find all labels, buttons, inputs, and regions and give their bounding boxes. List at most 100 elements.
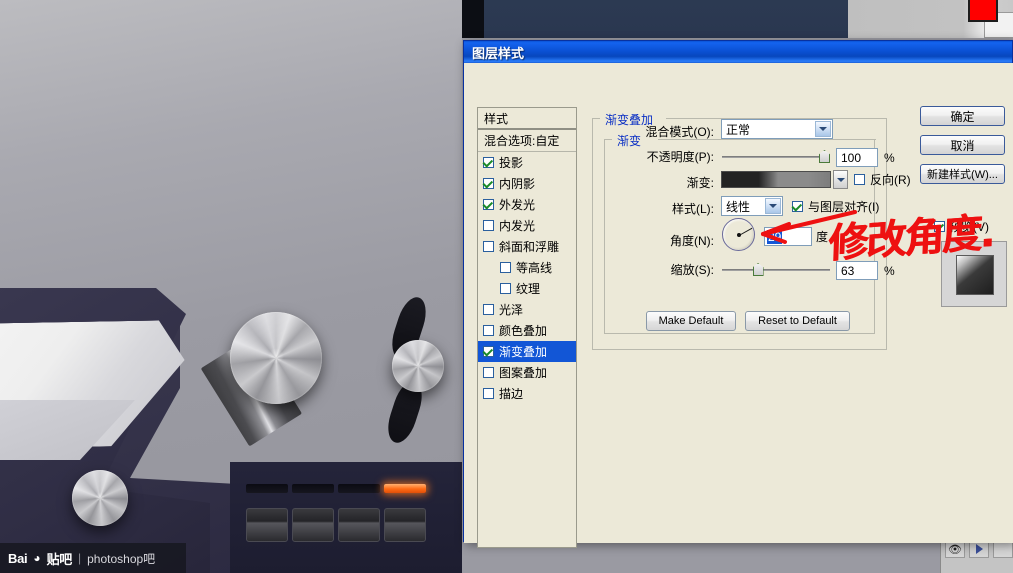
- style-item-checkbox[interactable]: [483, 304, 494, 315]
- style-item-2[interactable]: 外发光: [478, 194, 576, 215]
- watermark-forum: photoshop吧: [87, 551, 156, 566]
- style-item-label: 外发光: [499, 198, 536, 212]
- foreground-color-swatch[interactable]: [968, 0, 998, 22]
- align-with-layer-checkbox[interactable]: [792, 201, 803, 212]
- style-item-label: 纹理: [516, 282, 541, 296]
- artwork-slot-1: [246, 484, 288, 493]
- style-item-checkbox[interactable]: [500, 262, 511, 273]
- chevron-down-icon[interactable]: [765, 198, 781, 214]
- style-item-checkbox[interactable]: [483, 157, 494, 168]
- angle-input[interactable]: 29: [764, 227, 812, 246]
- style-item-label: 内发光: [499, 219, 536, 233]
- angle-dial-center: [736, 232, 741, 237]
- annotation-text: 修改角度.: [827, 209, 994, 268]
- style-label: 样式(L):: [671, 202, 714, 216]
- chevron-down-icon: [836, 177, 845, 182]
- watermark-brand: Bai: [8, 550, 28, 566]
- paw-icon: ◕: [33, 551, 41, 565]
- style-item-checkbox[interactable]: [483, 199, 494, 210]
- style-item-label: 颜色叠加: [499, 324, 548, 338]
- canvas-dark-strip: [462, 0, 848, 38]
- artwork-key-2: [292, 508, 334, 542]
- opacity-input[interactable]: 100: [836, 148, 878, 167]
- angle-dial[interactable]: [722, 218, 755, 251]
- watermark-brand-cn: 贴吧: [46, 551, 73, 567]
- style-item-3[interactable]: 内发光: [478, 215, 576, 236]
- gradient-picker-button[interactable]: [833, 170, 848, 189]
- artwork-key-4: [384, 508, 426, 542]
- style-item-checkbox[interactable]: [500, 283, 511, 294]
- style-item-11[interactable]: 描边: [478, 383, 576, 404]
- style-item-10[interactable]: 图案叠加: [478, 362, 576, 383]
- style-item-checkbox[interactable]: [483, 241, 494, 252]
- style-item-label: 斜面和浮雕: [499, 240, 560, 254]
- artwork-console: [230, 462, 462, 573]
- artwork-slot-3: [338, 484, 380, 493]
- style-item-checkbox[interactable]: [483, 178, 494, 189]
- scale-slider-track[interactable]: [722, 269, 830, 271]
- subgroup-border-left: [604, 139, 612, 140]
- style-item-label: 图案叠加: [499, 366, 548, 380]
- gradient-style-select[interactable]: 线性: [721, 196, 783, 216]
- baidu-watermark: Bai ◕ 贴吧 | photoshop吧: [0, 543, 186, 573]
- style-item-label: 等高线: [516, 261, 553, 275]
- blend-mode-value: 正常: [726, 122, 751, 137]
- style-item-label: 渐变叠加: [499, 345, 548, 359]
- artwork-knob-small: [72, 470, 128, 526]
- new-style-button[interactable]: 新建样式(W)...: [920, 164, 1005, 184]
- artwork-slot-2: [292, 484, 334, 493]
- blending-options-row[interactable]: 混合选项:自定: [478, 130, 576, 152]
- style-item-label: 光泽: [499, 303, 524, 317]
- group-border-left: [592, 118, 600, 119]
- style-item-checkbox[interactable]: [483, 367, 494, 378]
- cancel-button[interactable]: 取消: [920, 135, 1005, 155]
- opacity-unit: %: [884, 150, 895, 165]
- reset-to-default-button[interactable]: Reset to Default: [745, 311, 850, 331]
- styles-list: 投影内阴影外发光内发光斜面和浮雕等高线纹理光泽颜色叠加渐变叠加图案叠加描边: [478, 152, 576, 404]
- style-item-1[interactable]: 内阴影: [478, 173, 576, 194]
- make-default-button[interactable]: Make Default: [646, 311, 736, 331]
- style-item-label: 内阴影: [499, 177, 536, 191]
- style-item-7[interactable]: 光泽: [478, 299, 576, 320]
- style-item-5[interactable]: 等高线: [478, 257, 576, 278]
- style-item-checkbox[interactable]: [483, 220, 494, 231]
- dialog-title: 图层样式: [472, 45, 525, 61]
- style-item-4[interactable]: 斜面和浮雕: [478, 236, 576, 257]
- style-item-0[interactable]: 投影: [478, 152, 576, 173]
- artwork-key-1: [246, 508, 288, 542]
- dialog-titlebar[interactable]: 图层样式: [464, 41, 1012, 63]
- angle-label: 角度(N):: [670, 234, 714, 248]
- canvas-dark-edge: [462, 0, 484, 38]
- opacity-value: 100: [841, 150, 862, 165]
- watermark-separator: |: [78, 551, 82, 565]
- style-item-9[interactable]: 渐变叠加: [478, 341, 576, 362]
- gradient-preview-bar[interactable]: [721, 171, 831, 188]
- style-item-8[interactable]: 颜色叠加: [478, 320, 576, 341]
- artwork-led-indicator: [384, 484, 426, 493]
- style-item-label: 投影: [499, 156, 524, 170]
- style-item-checkbox[interactable]: [483, 346, 494, 357]
- opacity-label: 不透明度(P):: [646, 150, 714, 164]
- gradient-label: 渐变:: [686, 176, 714, 190]
- reverse-checkbox-row[interactable]: 反向(R): [854, 171, 911, 188]
- blend-mode-label: 混合模式(O):: [645, 125, 714, 139]
- blend-mode-select[interactable]: 正常: [721, 119, 833, 139]
- angle-unit: 度: [816, 230, 829, 244]
- angle-value: 29: [767, 229, 783, 244]
- reverse-checkbox[interactable]: [854, 174, 865, 185]
- chevron-down-icon[interactable]: [815, 121, 831, 137]
- scale-label: 缩放(S):: [670, 263, 714, 277]
- style-item-checkbox[interactable]: [483, 388, 494, 399]
- artwork-knob-large: [230, 312, 322, 404]
- artwork-propeller-hub: [392, 340, 444, 392]
- ok-button[interactable]: 确定: [920, 106, 1005, 126]
- reverse-label: 反向(R): [870, 173, 911, 187]
- styles-list-panel: 样式 混合选项:自定 投影 内阴影 外发光 内发光 斜面和浮雕 等高线 纹理 光泽 颜色叠加 渐变…: [477, 107, 577, 548]
- layer-style-dialog: 图层样式 样式 混合选项:自定 投影 内阴影 外发光 内发光 斜面和浮雕 等高线 纹理 光泽颜…: [463, 40, 1013, 548]
- gradient-style-value: 线性: [726, 199, 751, 214]
- style-item-6[interactable]: 纹理: [478, 278, 576, 299]
- artwork-key-3: [338, 508, 380, 542]
- opacity-slider-track[interactable]: [722, 156, 830, 158]
- style-item-label: 描边: [499, 387, 524, 401]
- style-item-checkbox[interactable]: [483, 325, 494, 336]
